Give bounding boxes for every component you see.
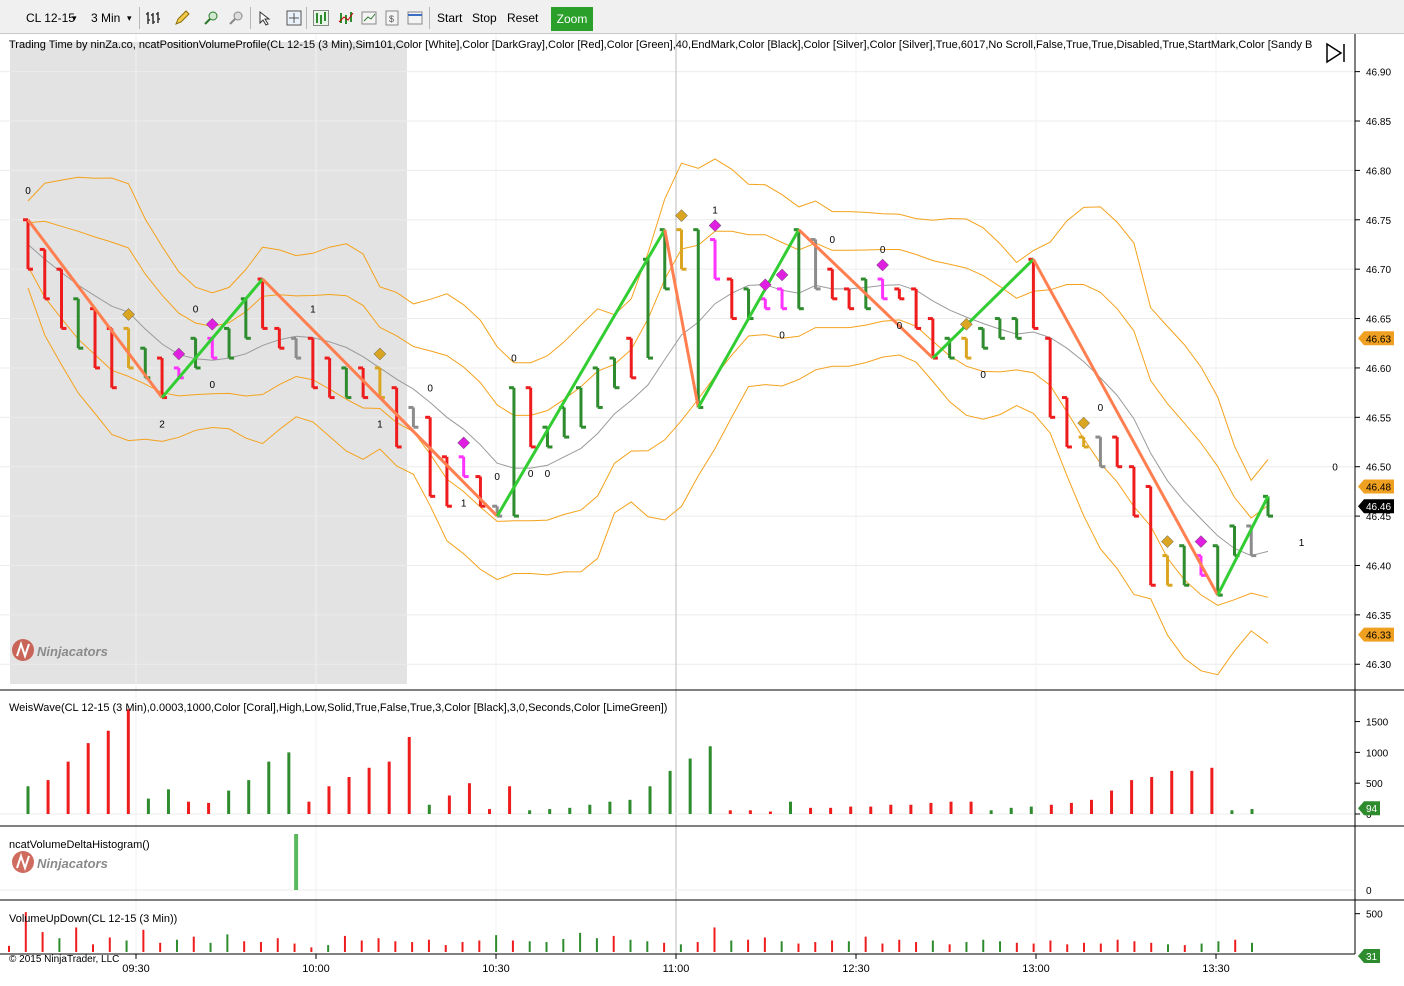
price-tick-label: 46.70 — [1366, 265, 1391, 276]
delta-tick-label: 0 — [1366, 886, 1372, 897]
instrument-selector[interactable]: CL 12-15 — [26, 9, 75, 27]
price-panel-title: Trading Time by ninZa.co, ncatPositionVo… — [9, 39, 1312, 51]
toolbar: CL 12-15 ▾ 3 Min ▾ $ Start Stop Reset Zo… — [0, 0, 1404, 34]
wave-count-label: 0 — [779, 331, 785, 342]
price-tick-label: 46.60 — [1366, 364, 1391, 375]
wave-count-label: 0 — [897, 321, 903, 332]
copyright-text: © 2015 NinjaTrader, LLC — [9, 954, 119, 965]
drawing-pencil-icon[interactable] — [174, 10, 190, 26]
svg-text:$: $ — [389, 14, 394, 24]
wave-count-label: 1 — [712, 206, 718, 217]
price-tick-label: 46.80 — [1366, 166, 1391, 177]
wave-count-label: 0 — [1098, 403, 1104, 414]
time-tick-label: 11:00 — [663, 963, 690, 975]
weis-tick-label: 1000 — [1366, 748, 1389, 759]
bar-type-icon[interactable] — [145, 10, 161, 26]
delta-panel-title: ncatVolumeDeltaHistogram() — [9, 839, 150, 851]
instrument-dropdown-icon[interactable]: ▾ — [72, 9, 77, 27]
weis-tick-label: 500 — [1366, 779, 1383, 790]
wave-count-label: 0 — [545, 469, 551, 480]
timeframe-selector[interactable]: 3 Min — [91, 9, 120, 27]
price-tick-label: 46.90 — [1366, 68, 1391, 79]
wave-count-label: 0 — [830, 235, 836, 246]
zoom-in-icon[interactable] — [203, 10, 219, 26]
price-tick-label: 46.40 — [1366, 561, 1391, 572]
price-tick-label: 46.85 — [1366, 117, 1391, 128]
wave-count-label: 0 — [511, 354, 517, 365]
weis-panel-title: WeisWave(CL 12-15 (3 Min),0.0003,1000,Co… — [9, 702, 667, 714]
time-tick-label: 13:00 — [1022, 963, 1050, 975]
updown-panel-title: VolumeUpDown(CL 12-15 (3 Min)) — [9, 913, 177, 925]
wave-count-label: 2 — [159, 420, 165, 431]
strategies-icon[interactable] — [361, 10, 377, 26]
price-tick-label: 46.75 — [1366, 216, 1391, 227]
start-button[interactable]: Start — [433, 8, 466, 28]
timeframe-dropdown-icon[interactable]: ▾ — [127, 9, 132, 27]
wave-count-label: 0 — [980, 370, 986, 381]
zoom-out-icon[interactable] — [228, 10, 244, 26]
wave-count-label: 0 — [193, 304, 199, 315]
price-tick-label: 46.65 — [1366, 315, 1391, 326]
delta-histogram-bar — [294, 834, 299, 890]
price-marker-label: 46.48 — [1366, 482, 1391, 493]
toolbar-separator — [429, 7, 430, 29]
zoom-button[interactable]: Zoom — [551, 7, 593, 31]
wave-count-label: 0 — [1332, 462, 1338, 473]
wave-count-label: 1 — [461, 499, 467, 510]
weis-value-label: 94 — [1366, 804, 1378, 815]
wave-count-label: 1 — [310, 304, 316, 315]
price-marker-label: 46.33 — [1366, 631, 1391, 642]
toolbar-separator — [250, 7, 251, 29]
cursor-icon[interactable] — [257, 10, 273, 26]
time-tick-label: 12:30 — [842, 963, 870, 975]
toolbar-separator — [306, 7, 307, 29]
wave-count-label: 1 — [377, 420, 383, 431]
watermark-text: Ninjacators — [37, 644, 108, 659]
price-tick-label: 46.35 — [1366, 611, 1391, 622]
watermark-text: Ninjacators — [37, 856, 108, 871]
price-tick-label: 46.30 — [1366, 660, 1391, 671]
price-tick-label: 46.55 — [1366, 413, 1391, 424]
toolbar-separator — [139, 7, 140, 29]
updown-value-label: 31 — [1366, 952, 1378, 963]
price-marker-label: 46.46 — [1366, 502, 1391, 513]
stop-button[interactable]: Stop — [468, 8, 501, 28]
updown-tick-label: 500 — [1366, 910, 1383, 921]
properties-icon[interactable] — [407, 10, 423, 26]
wave-count-label: 0 — [25, 186, 31, 197]
wave-count-label: 0 — [880, 245, 886, 256]
time-tick-label: 13:30 — [1202, 963, 1230, 975]
chart-style-icon[interactable] — [313, 10, 329, 26]
chart-area[interactable]: 0200110000 01000000101 05001000150094 0 5… — [0, 34, 1404, 986]
price-marker-label: 46.63 — [1366, 334, 1391, 345]
reset-button[interactable]: Reset — [503, 8, 542, 28]
time-tick-label: 09:30 — [122, 963, 150, 975]
price-tick-label: 46.50 — [1366, 463, 1391, 474]
wave-count-label: 0 — [494, 472, 500, 483]
time-tick-label: 10:00 — [302, 963, 330, 975]
wave-count-label: 1 — [1299, 538, 1305, 549]
time-tick-label: 10:30 — [482, 963, 510, 975]
wave-count-label: 0 — [427, 383, 433, 394]
indicators-icon[interactable] — [338, 10, 354, 26]
weis-tick-label: 1500 — [1366, 718, 1389, 729]
crosshair-icon[interactable] — [286, 10, 302, 26]
wave-count-label: 0 — [528, 469, 534, 480]
data-box-icon[interactable]: $ — [384, 10, 400, 26]
price-tick-label: 46.45 — [1366, 512, 1391, 523]
wave-count-label: 0 — [210, 380, 216, 391]
